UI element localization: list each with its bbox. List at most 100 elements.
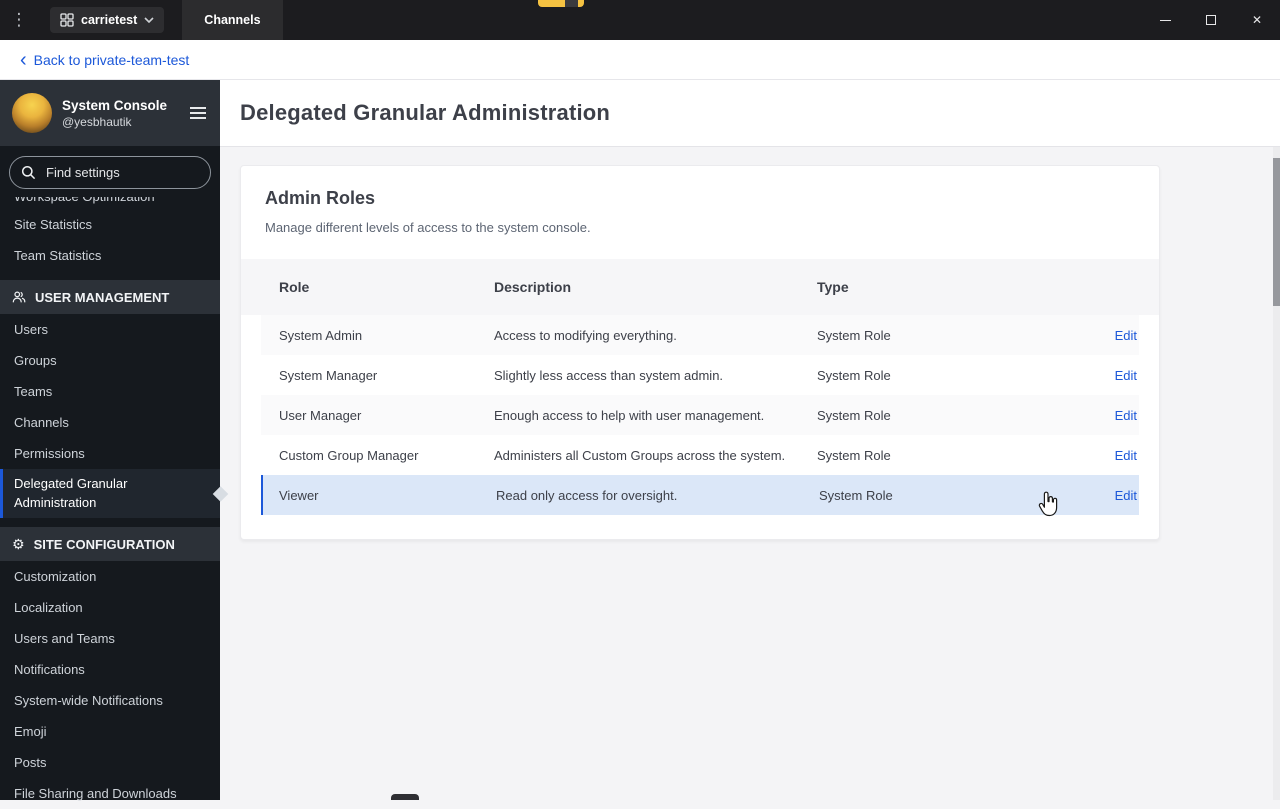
sidebar-item-channels[interactable]: Channels bbox=[0, 407, 220, 438]
edit-link[interactable]: Edit bbox=[1115, 488, 1137, 503]
table-row[interactable]: System Admin Access to modifying everythi… bbox=[261, 315, 1139, 355]
sidebar-item-delegated-granular-administration[interactable]: Delegated Granular Administration bbox=[0, 469, 229, 518]
cell-action: Edit bbox=[1115, 488, 1139, 503]
sidebar-item-label: Emoji bbox=[14, 724, 47, 739]
cell-action: Edit bbox=[1115, 448, 1139, 463]
sidebar-item-site-statistics[interactable]: Site Statistics bbox=[0, 209, 220, 240]
edit-link[interactable]: Edit bbox=[1115, 408, 1137, 423]
team-switcher[interactable]: carrietest bbox=[50, 7, 165, 33]
cell-action: Edit bbox=[1115, 328, 1139, 343]
cell-type: System Role bbox=[817, 367, 891, 383]
scrollbar-thumb[interactable] bbox=[1273, 158, 1280, 306]
cell-role: Viewer bbox=[279, 487, 319, 503]
people-icon bbox=[12, 290, 26, 304]
close-icon: ✕ bbox=[1251, 13, 1263, 27]
edit-link[interactable]: Edit bbox=[1115, 328, 1137, 343]
table-body: System Admin Access to modifying everythi… bbox=[261, 315, 1139, 515]
edit-link[interactable]: Edit bbox=[1115, 448, 1137, 463]
sidebar-item-team-statistics[interactable]: Team Statistics bbox=[0, 240, 220, 271]
card-description: Manage different levels of access to the… bbox=[265, 220, 591, 235]
sidebar-item-file-sharing-and-downloads[interactable]: File Sharing and Downloads bbox=[0, 778, 220, 809]
sidebar-item-workspace-optimization[interactable]: Workspace Optimization bbox=[0, 197, 220, 209]
sidebar-item-label: Teams bbox=[14, 384, 53, 399]
table-row[interactable]: Viewer Read only access for oversight. Sys… bbox=[261, 475, 1139, 515]
sidebar-section-label: USER MANAGEMENT bbox=[35, 289, 170, 305]
chevron-down-icon bbox=[144, 17, 154, 23]
back-link-label: Back to private-team-test bbox=[33, 51, 190, 68]
admin-roles-card: Admin Roles Manage different levels of a… bbox=[240, 165, 1160, 540]
search-input[interactable] bbox=[44, 164, 184, 181]
sidebar-titles: System Console @yesbhautik bbox=[62, 98, 167, 129]
cell-action: Edit bbox=[1115, 408, 1139, 423]
sidebar-title: System Console bbox=[62, 97, 168, 113]
sidebar-item-label: File Sharing and Downloads bbox=[14, 786, 177, 801]
search-icon bbox=[21, 165, 36, 180]
sidebar-item-label: Groups bbox=[14, 353, 57, 368]
main-header: Delegated Granular Administration bbox=[220, 80, 1280, 147]
page-title: Delegated Granular Administration bbox=[240, 100, 611, 125]
sidebar-item-label: System-wide Notifications bbox=[14, 693, 163, 708]
hamburger-menu-icon[interactable] bbox=[188, 103, 208, 123]
sidebar-search bbox=[0, 146, 220, 197]
channels-tab[interactable]: Channels bbox=[182, 0, 283, 40]
close-button[interactable]: ✕ bbox=[1234, 0, 1280, 40]
sidebar-item-posts[interactable]: Posts bbox=[0, 747, 220, 778]
table-header-row: Role Description Type bbox=[241, 259, 1159, 315]
sidebar-item-notifications[interactable]: Notifications bbox=[0, 654, 220, 685]
channels-tab-label: Channels bbox=[204, 13, 261, 27]
cell-action: Edit bbox=[1115, 368, 1139, 383]
chevron-left-icon: ‹ bbox=[20, 48, 27, 71]
sidebar-item-users[interactable]: Users bbox=[0, 314, 220, 345]
sidebar-item-users-and-teams[interactable]: Users and Teams bbox=[0, 623, 220, 654]
sidebar-item-teams[interactable]: Teams bbox=[0, 376, 220, 407]
back-bar: ‹ Back to private-team-test bbox=[0, 40, 1280, 80]
admin-roles-table: Role Description Type System Admin Access… bbox=[241, 259, 1159, 515]
avatar[interactable] bbox=[12, 93, 52, 133]
vertical-scrollbar[interactable] bbox=[1273, 147, 1280, 800]
search-pill[interactable] bbox=[9, 156, 211, 189]
bottom-widget-sliver bbox=[391, 794, 419, 800]
sidebar-item-permissions[interactable]: Permissions bbox=[0, 438, 220, 469]
sidebar-section-label: SITE CONFIGURATION bbox=[33, 536, 175, 552]
sidebar-item-label: Site Statistics bbox=[14, 217, 93, 232]
kebab-menu-icon[interactable]: ⋮ bbox=[0, 10, 38, 30]
sidebar-item-customization[interactable]: Customization bbox=[0, 561, 220, 592]
minimize-icon bbox=[1159, 19, 1171, 21]
sidebar-item-label: Users bbox=[14, 322, 48, 337]
cell-role: System Admin bbox=[279, 327, 363, 343]
edit-link[interactable]: Edit bbox=[1115, 368, 1137, 383]
sidebar-section-site-configuration[interactable]: ⚙ SITE CONFIGURATION bbox=[0, 527, 220, 561]
cell-description: Enough access to help with user manageme… bbox=[494, 407, 765, 423]
table-row[interactable]: Custom Group Manager Administers all Cust… bbox=[261, 435, 1139, 475]
titlebar: ⋮ carrietest Channels ✕ bbox=[0, 0, 1280, 40]
cell-role: System Manager bbox=[279, 367, 378, 383]
sidebar-nav: Workspace Optimization Site Statistics Tea… bbox=[0, 197, 229, 809]
card-header: Admin Roles Manage different levels of a… bbox=[241, 166, 1159, 259]
sidebar-header: System Console @yesbhautik bbox=[0, 80, 220, 146]
back-link[interactable]: ‹ Back to private-team-test bbox=[20, 48, 190, 71]
app-body: System Console @yesbhautik Workspace Opt… bbox=[0, 80, 1280, 801]
content-area: Admin Roles Manage different levels of a… bbox=[220, 147, 1280, 800]
sidebar-item-label: Channels bbox=[14, 415, 69, 430]
sidebar-section-user-management[interactable]: USER MANAGEMENT bbox=[0, 280, 220, 314]
cell-type: System Role bbox=[817, 327, 891, 343]
cell-description: Administers all Custom Groups across the… bbox=[494, 447, 786, 463]
sidebar-item-groups[interactable]: Groups bbox=[0, 345, 220, 376]
cell-type: System Role bbox=[819, 487, 893, 503]
cell-type: System Role bbox=[817, 407, 891, 423]
cell-role: User Manager bbox=[279, 407, 362, 423]
sidebar-item-label: Customization bbox=[14, 569, 97, 584]
table-row[interactable]: User Manager Enough access to help with u… bbox=[261, 395, 1139, 435]
table-row[interactable]: System Manager Slightly less access than … bbox=[261, 355, 1139, 395]
team-name: carrietest bbox=[81, 13, 138, 27]
system-console-sidebar: System Console @yesbhautik Workspace Opt… bbox=[0, 80, 229, 801]
sidebar-item-emoji[interactable]: Emoji bbox=[0, 716, 220, 747]
sidebar-item-label: Delegated Granular Administration bbox=[14, 476, 128, 510]
sidebar-item-label: Team Statistics bbox=[14, 248, 102, 263]
main-panel: Delegated Granular Administration Admin … bbox=[220, 80, 1280, 800]
maximize-button[interactable] bbox=[1188, 0, 1234, 40]
minimize-button[interactable] bbox=[1142, 0, 1188, 40]
sidebar-item-system-wide-notifications[interactable]: System-wide Notifications bbox=[0, 685, 220, 716]
sidebar-item-localization[interactable]: Localization bbox=[0, 592, 220, 623]
cell-type: System Role bbox=[817, 447, 891, 463]
